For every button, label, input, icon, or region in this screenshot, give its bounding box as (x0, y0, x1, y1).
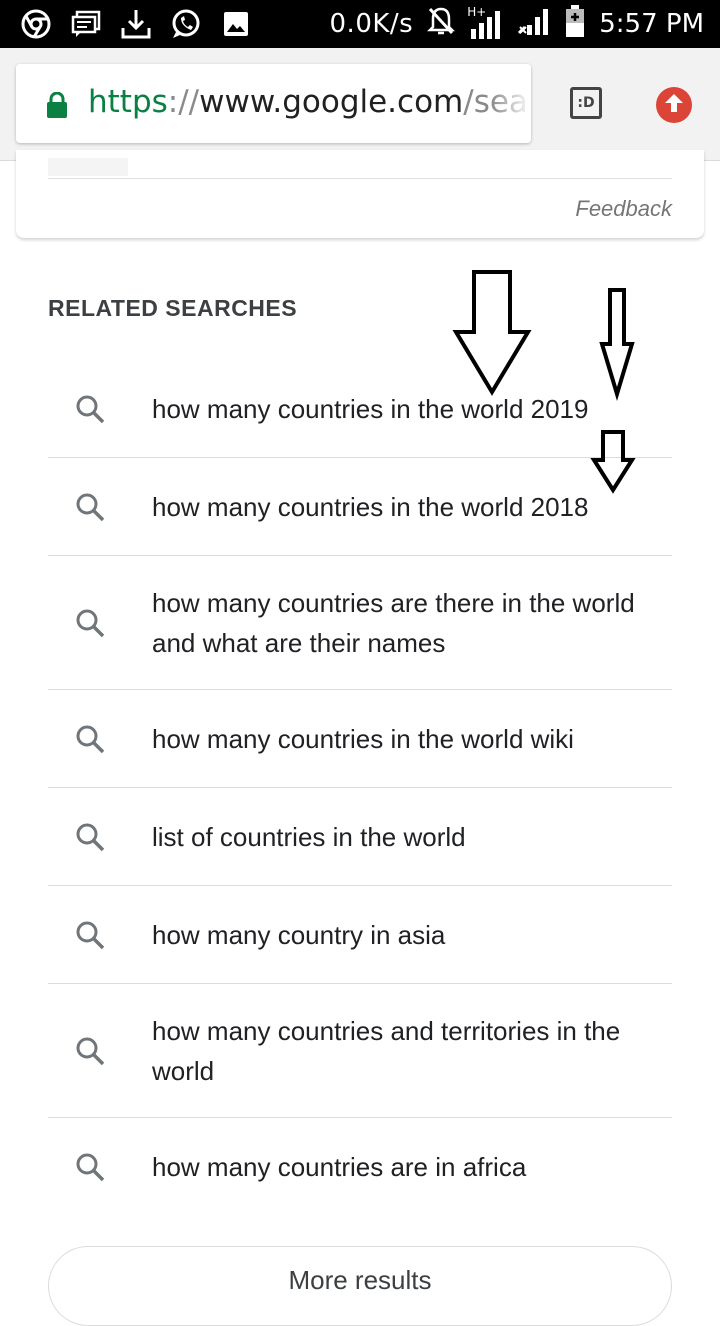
update-button[interactable] (656, 87, 692, 123)
search-icon (74, 821, 106, 853)
related-search-text: how many countries in the world 2019 (152, 393, 589, 424)
related-search-item[interactable]: how many country in asia (48, 886, 672, 984)
search-icon (74, 491, 106, 523)
related-search-text: how many countries in the world 2018 (152, 491, 589, 522)
browser-toolbar: https://www.google.com/search :D (0, 48, 720, 161)
url-separator: :// (167, 84, 200, 120)
url-fade (491, 64, 531, 143)
related-search-text: how many countries are there in the worl… (152, 587, 635, 658)
tab-switcher-button[interactable]: :D (570, 87, 602, 119)
mute-icon (427, 6, 456, 43)
search-icon (74, 1151, 106, 1183)
related-searches-list: how many countries in the world 2019 how… (48, 360, 672, 1215)
result-card: Feedback (16, 150, 704, 238)
url-scheme: https (88, 84, 168, 120)
signal-icon: H+ (467, 5, 503, 39)
chrome-icon (20, 8, 52, 40)
status-right: 0.0K/s H+ 5:57 PM (329, 4, 704, 44)
related-search-item[interactable]: how many countries are there in the worl… (48, 556, 672, 690)
battery-icon (565, 4, 585, 44)
search-icon (74, 1035, 106, 1067)
feedback-link[interactable]: Feedback (575, 196, 672, 222)
clock: 5:57 PM (599, 9, 704, 39)
search-icon (74, 393, 106, 425)
status-bar: 0.0K/s H+ 5:57 PM (0, 0, 720, 48)
url-host: www.google.com (199, 84, 464, 120)
url-text[interactable]: https://www.google.com/search (88, 84, 531, 120)
related-search-text: list of countries in the world (152, 821, 466, 852)
related-search-item[interactable]: list of countries in the world (48, 788, 672, 886)
annotation-arrow-small (599, 288, 635, 401)
related-searches-title: RELATED SEARCHES (48, 295, 298, 321)
related-search-item[interactable]: how many countries in the world 2018 (48, 458, 672, 556)
related-search-text: how many countries are in africa (152, 1151, 527, 1182)
related-search-item[interactable]: how many countries in the world wiki (48, 690, 672, 788)
search-icon (74, 723, 106, 755)
related-search-text: how many countries in the world wiki (152, 723, 574, 754)
image-icon (220, 8, 252, 40)
signal-icon-2 (517, 7, 551, 42)
search-icon (74, 607, 106, 639)
notification-icons (20, 8, 252, 40)
whatsapp-icon (170, 8, 202, 40)
address-bar[interactable]: https://www.google.com/search (16, 64, 531, 143)
related-search-text: how many countries and territories in th… (152, 1015, 621, 1086)
card-stub (48, 158, 128, 176)
annotation-arrow-large (452, 270, 532, 396)
lock-icon (46, 91, 68, 123)
related-search-item[interactable]: how many countries are in africa (48, 1118, 672, 1215)
arrow-up-icon (663, 92, 685, 119)
more-results-button[interactable]: More results (48, 1246, 672, 1326)
related-search-item[interactable]: how many countries in the world 2019 (48, 360, 672, 458)
related-search-text: how many country in asia (152, 919, 446, 950)
download-icon (120, 8, 152, 40)
related-search-item[interactable]: how many countries and territories in th… (48, 984, 672, 1118)
annotation-arrow-mini (590, 430, 636, 494)
message-icon (70, 8, 102, 40)
network-type: H+ (467, 5, 487, 19)
search-icon (74, 919, 106, 951)
network-speed: 0.0K/s (329, 9, 414, 39)
card-divider (48, 178, 672, 179)
